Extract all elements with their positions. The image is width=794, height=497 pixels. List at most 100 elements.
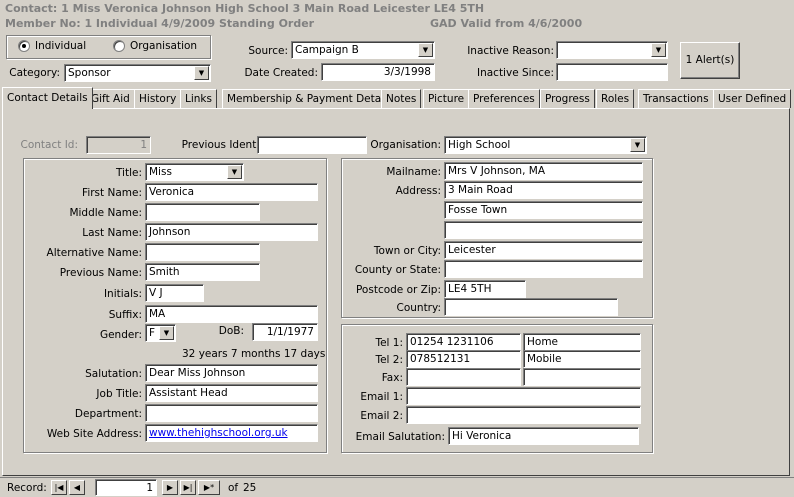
dob-field[interactable]: 1/1/1977 <box>252 323 318 341</box>
record-label: Record: <box>7 482 47 494</box>
previous-name-field[interactable]: Smith <box>145 263 260 281</box>
website-link[interactable]: www.thehighschool.org.uk <box>149 427 288 439</box>
inactive-reason-select[interactable]: ▼ <box>556 41 668 59</box>
individual-radio[interactable] <box>18 40 30 52</box>
previous-name-label: Previous Name: <box>59 267 142 279</box>
suffix-field[interactable]: MA <box>145 305 318 323</box>
postcode-field[interactable]: LE4 5TH <box>444 280 526 298</box>
first-name-field[interactable]: Veronica <box>145 183 318 201</box>
salutation-field[interactable]: Dear Miss Johnson <box>145 364 318 382</box>
website-field[interactable]: www.thehighschool.org.uk <box>145 424 318 442</box>
middle-name-field[interactable] <box>145 203 260 221</box>
record-number-field[interactable]: 1 <box>95 479 157 496</box>
dob-label: DoB: <box>218 325 244 337</box>
first-name-label: First Name: <box>82 187 142 199</box>
of-label: of <box>228 482 239 494</box>
gender-value: F <box>149 327 156 339</box>
inactive-reason-label: Inactive Reason: <box>467 45 554 57</box>
title-select[interactable]: Miss ▼ <box>145 163 244 181</box>
fax-label: Fax: <box>381 372 403 384</box>
country-field[interactable] <box>444 298 618 316</box>
title-value: Miss <box>149 166 172 178</box>
new-record-icon[interactable]: ▶* <box>198 480 220 495</box>
country-label: Country: <box>396 302 442 314</box>
last-record-icon[interactable]: ▶| <box>180 480 196 495</box>
email-salutation-field[interactable]: Hi Veronica <box>448 427 639 445</box>
email1-field[interactable] <box>406 387 641 405</box>
inactive-since-field[interactable] <box>556 63 668 81</box>
mailname-field[interactable]: Mrs V Johnson, MA <box>444 162 643 180</box>
website-label: Web Site Address: <box>46 428 142 440</box>
organisation-label: Organisation: <box>370 139 441 151</box>
email2-field[interactable] <box>406 406 641 424</box>
tel2-type-field[interactable]: Mobile <box>523 350 641 368</box>
tab-notes[interactable]: Notes <box>381 89 422 108</box>
tab-membership-payment[interactable]: Membership & Payment Details <box>222 89 398 108</box>
address-line1-field[interactable]: 3 Main Road <box>444 181 643 199</box>
category-value: Sponsor <box>68 67 111 79</box>
alternative-name-field[interactable] <box>145 243 260 261</box>
tel1-type-field[interactable]: Home <box>523 333 641 351</box>
suffix-label: Suffix: <box>108 309 142 321</box>
town-field[interactable]: Leicester <box>444 241 643 259</box>
organisation-label: Organisation <box>130 40 198 52</box>
previous-identifier-field[interactable] <box>257 136 367 154</box>
email-salutation-label: Email Salutation: <box>355 431 445 443</box>
next-record-icon[interactable]: ▶ <box>162 480 178 495</box>
chevron-down-icon[interactable]: ▼ <box>630 138 645 152</box>
job-title-label: Job Title: <box>96 388 142 400</box>
chevron-down-icon[interactable]: ▼ <box>418 43 433 57</box>
member-summary: Member No: 1 Individual 4/9/2009 Standin… <box>5 17 315 30</box>
tab-contact-details[interactable]: Contact Details <box>2 87 93 109</box>
title-label: Title: <box>115 167 142 179</box>
contact-summary: Contact: 1 Miss Veronica Johnson High Sc… <box>5 2 485 15</box>
category-select[interactable]: Sponsor ▼ <box>64 64 211 82</box>
first-record-icon[interactable]: |◀ <box>51 480 67 495</box>
tab-transactions[interactable]: Transactions <box>638 89 714 108</box>
date-created-field[interactable]: 3/3/1998 <box>321 63 435 81</box>
organisation-radio[interactable] <box>113 40 125 52</box>
chevron-down-icon[interactable]: ▼ <box>194 66 209 80</box>
fax-type-field[interactable] <box>523 368 641 386</box>
postcode-label: Postcode or Zip: <box>355 284 441 296</box>
date-created-label: Date Created: <box>244 67 318 79</box>
salutation-label: Salutation: <box>85 368 142 380</box>
source-value: Campaign B <box>295 44 359 56</box>
tel1-field[interactable]: 01254 1231106 <box>406 333 521 351</box>
alternative-name-label: Alternative Name: <box>46 247 142 259</box>
individual-label: Individual <box>35 40 87 52</box>
chevron-down-icon[interactable]: ▼ <box>227 165 242 179</box>
tab-picture[interactable]: Picture <box>423 89 470 108</box>
tab-links[interactable]: Links <box>180 89 217 108</box>
address-line2-field[interactable]: Fosse Town <box>444 201 643 219</box>
previous-record-icon[interactable]: ◀ <box>69 480 85 495</box>
chevron-down-icon[interactable]: ▼ <box>651 43 666 57</box>
fax-field[interactable] <box>406 368 521 386</box>
contact-id-label: Contact Id: <box>20 139 79 151</box>
department-field[interactable] <box>145 404 318 422</box>
county-field[interactable] <box>444 260 643 278</box>
address-line3-field[interactable] <box>444 221 643 239</box>
tab-gift-aid[interactable]: Gift Aid <box>86 89 135 108</box>
contact-id-field: 1 <box>86 136 151 154</box>
gender-select[interactable]: F ▼ <box>145 324 176 342</box>
gad-status: GAD Valid from 4/6/2000 <box>430 17 583 30</box>
tab-history[interactable]: History <box>134 89 182 108</box>
organisation-select[interactable]: High School ▼ <box>444 136 647 154</box>
tab-roles[interactable]: Roles <box>596 89 635 108</box>
middle-name-label: Middle Name: <box>69 207 142 219</box>
last-name-label: Last Name: <box>82 227 142 239</box>
chevron-down-icon[interactable]: ▼ <box>159 326 174 340</box>
department-label: Department: <box>74 408 142 420</box>
age-text: 32 years 7 months 17 days <box>182 348 326 360</box>
alerts-button[interactable]: 1 Alert(s) <box>680 42 740 79</box>
tel2-field[interactable]: 078512131 <box>406 350 521 368</box>
tab-user-defined[interactable]: User Defined <box>713 89 792 108</box>
tab-preferences[interactable]: Preferences <box>468 89 540 108</box>
tel1-label: Tel 1: <box>375 337 403 349</box>
initials-field[interactable]: V J <box>145 284 204 302</box>
tab-progress[interactable]: Progress <box>540 89 595 108</box>
job-title-field[interactable]: Assistant Head <box>145 384 318 402</box>
source-select[interactable]: Campaign B ▼ <box>291 41 435 59</box>
last-name-field[interactable]: Johnson <box>145 223 318 241</box>
